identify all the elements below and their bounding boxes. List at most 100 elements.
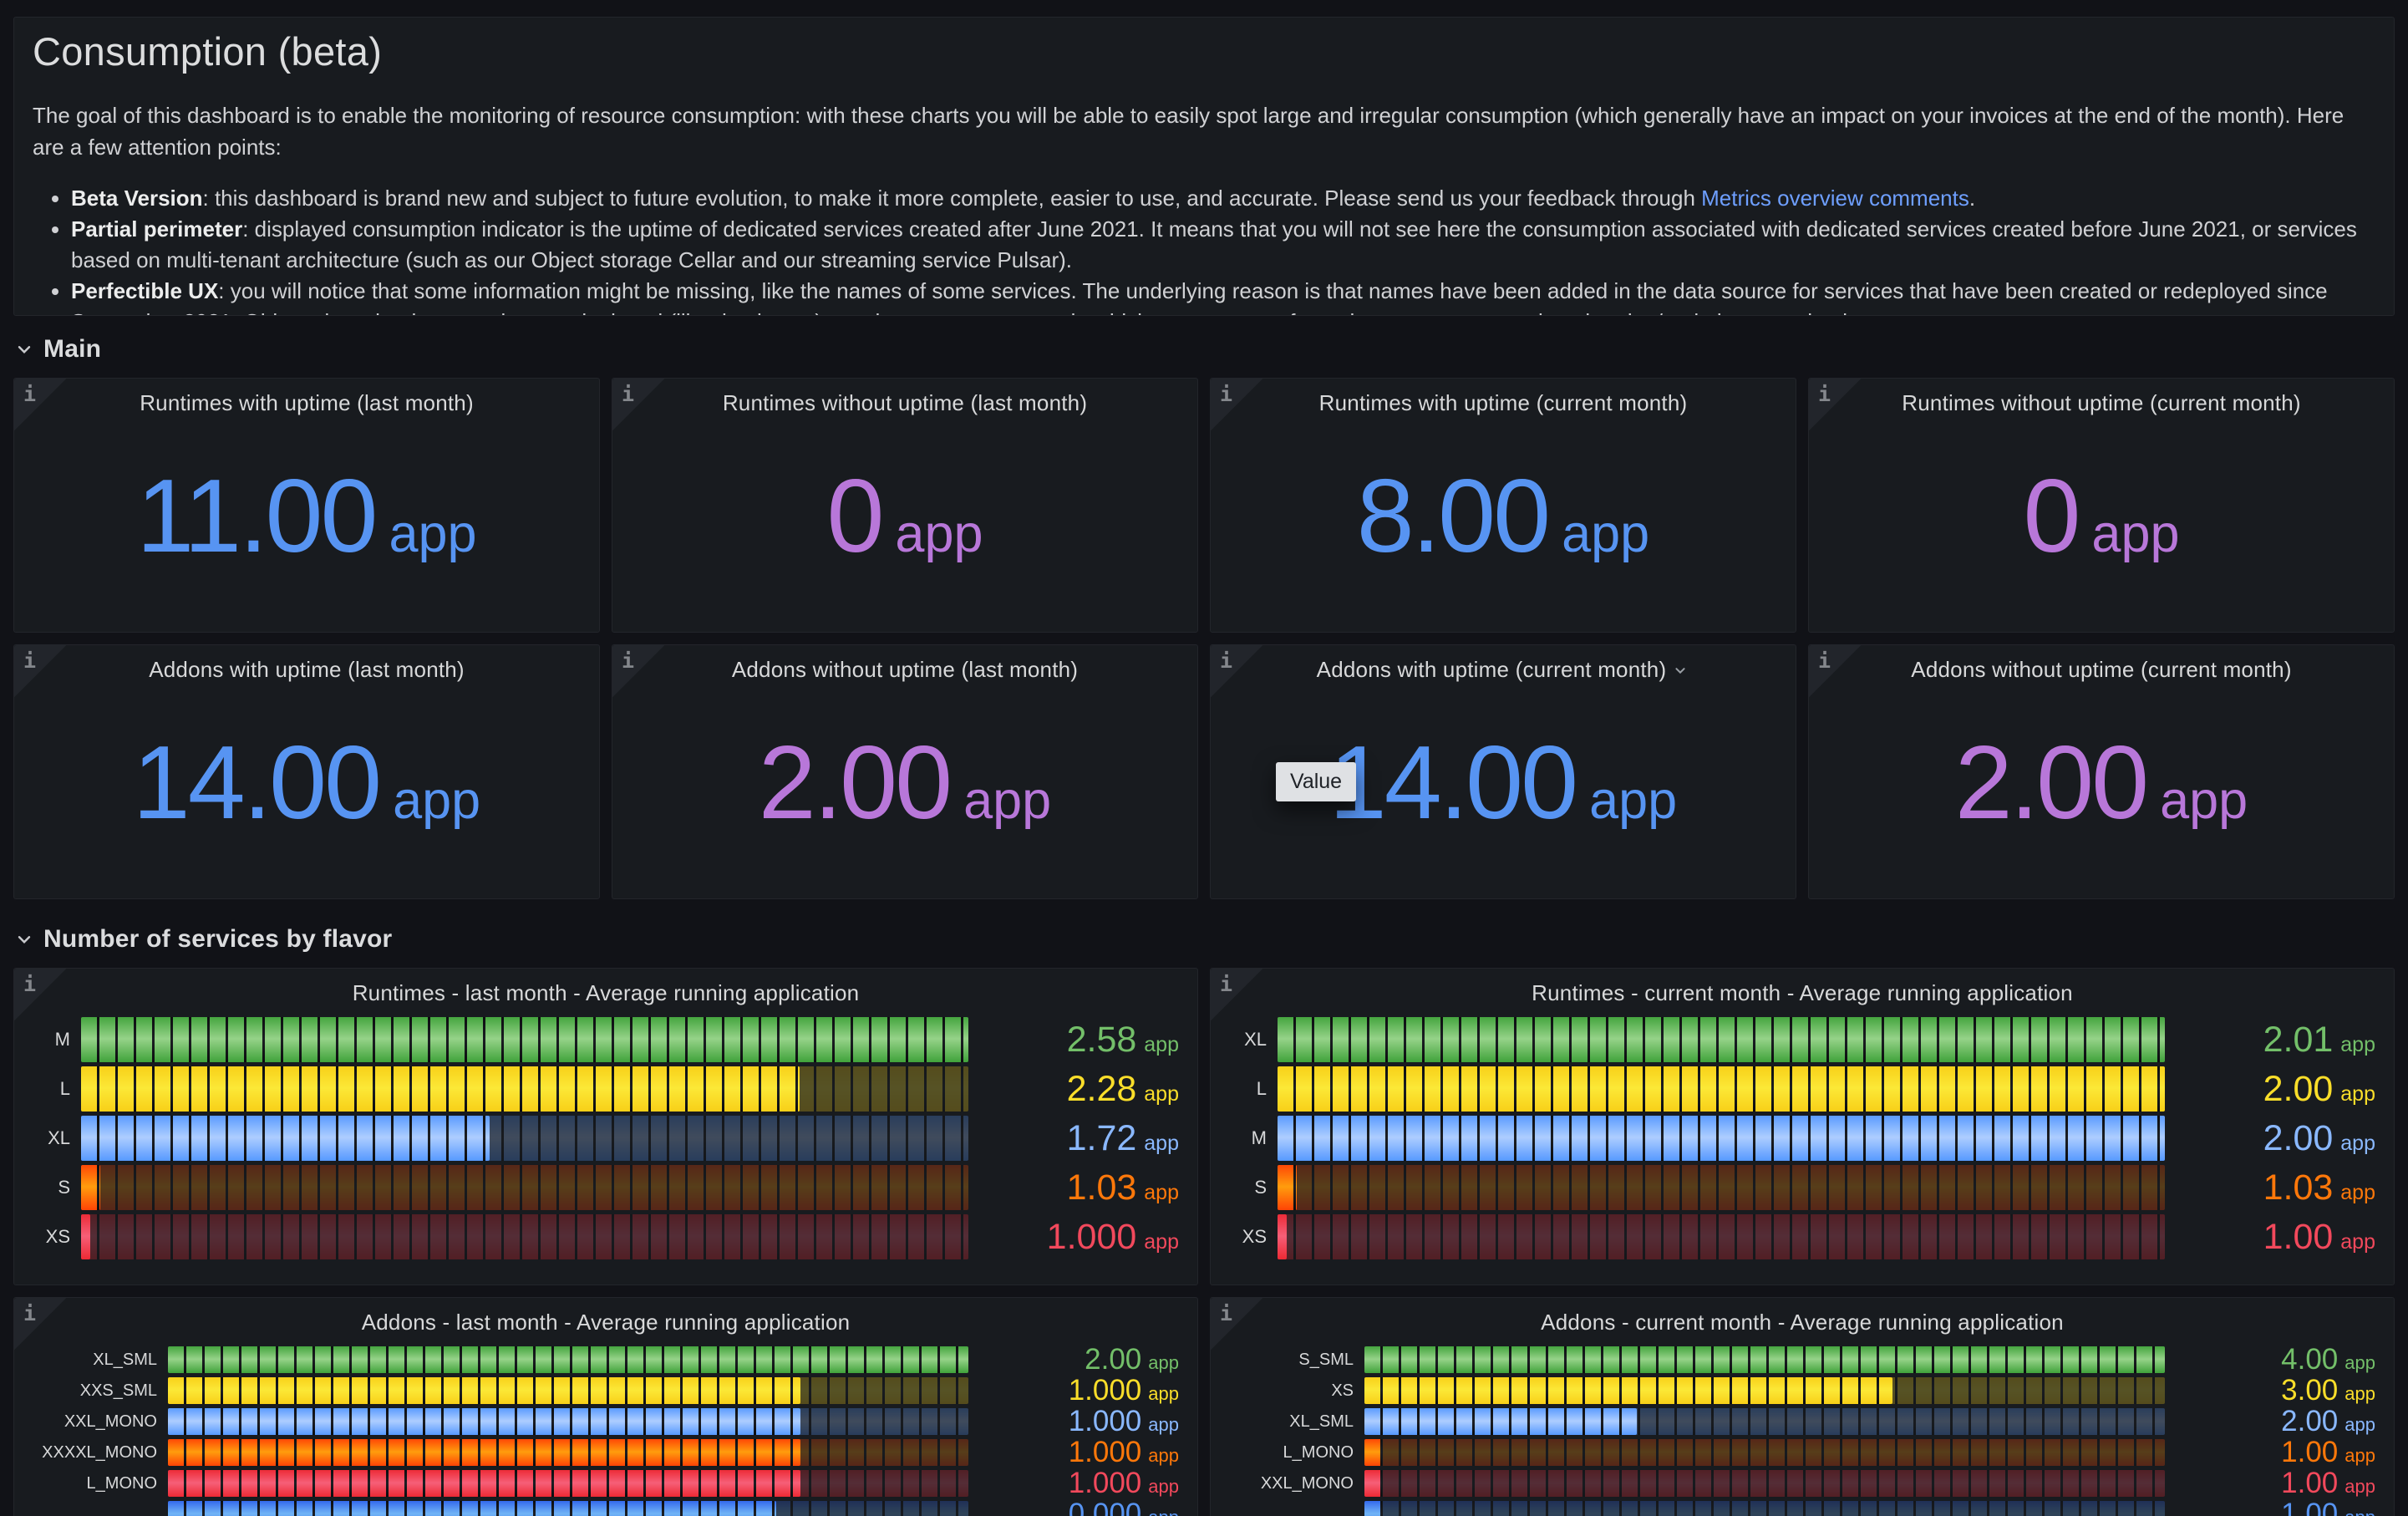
dashboard-title: Consumption (beta) [33,28,2372,76]
bar-row: S 1.03app [26,1165,1179,1210]
stat-value: 11.00app [14,456,599,575]
metrics-overview-comments-link[interactable]: Metrics overview comments [1701,186,1969,211]
panel-info-corner[interactable]: i [1211,645,1262,697]
bar-value: 1.00app [2165,1467,2375,1500]
bar-value: 1.72app [968,1118,1179,1159]
bar-gauge [1278,1214,2165,1259]
bar-value: 1.000app [968,1405,1179,1438]
stat-value: 8.00app [1211,456,1796,575]
stat-panel-addons-without-uptime-last-month: i Addons without uptime (last month) 2.0… [612,644,1198,899]
panel-info-corner[interactable]: i [14,645,66,697]
stat-row-2: i Addons with uptime (last month) 14.00a… [13,644,2395,899]
bar-row: XXS_SML 1.000app [26,1377,1179,1404]
bar-row: L_MONO 1.000app [26,1470,1179,1497]
bar-gauge [1364,1501,2165,1516]
stat-panel-runtimes-without-uptime-current-month: i Runtimes without uptime (current month… [1808,378,2395,633]
bar-gauge [81,1214,968,1259]
info-icon: i [1818,382,1831,406]
bargauge-panel-addons-current-month: i Addons - current month - Average runni… [1210,1297,2395,1516]
row-header-main[interactable]: Main [13,331,2395,368]
panel-info-corner[interactable]: i [1809,645,1861,697]
panel-title[interactable]: Addons - last month - Average running ap… [14,1310,1197,1335]
info-icon: i [23,1301,36,1325]
bar-gauge [81,1165,968,1210]
panel-info-corner[interactable]: i [14,379,66,430]
intro-text-panel: Consumption (beta) The goal of this dash… [13,17,2395,316]
bar-gauge [1278,1116,2165,1161]
bar-gauge [1364,1470,2165,1497]
bargauge-panel-runtimes-current-month: i Runtimes - current month - Average run… [1210,968,2395,1285]
panel-info-corner[interactable]: i [14,969,66,1020]
stat-panel-runtimes-with-uptime-current-month: i Runtimes with uptime (current month) 8… [1210,378,1796,633]
info-icon: i [23,382,36,406]
bar-value: 2.00app [2165,1405,2375,1438]
bar-row: M 2.00app [1222,1116,2375,1161]
bar-value: 1.000app [968,1436,1179,1469]
bar-gauge [168,1346,968,1373]
row-header-label: Number of services by flavor [43,925,392,954]
bar-gauge [1364,1439,2165,1466]
bar-row: L 2.00app [1222,1066,2375,1112]
bar-row: XS 1.000app [26,1214,1179,1259]
info-icon: i [1220,972,1232,996]
panel-title[interactable]: Runtimes - current month - Average runni… [1211,980,2394,1006]
panel-info-corner[interactable]: i [612,645,664,697]
panel-title[interactable]: Addons with uptime (current month) [1211,657,1796,685]
info-icon: i [622,649,634,673]
info-icon: i [23,972,36,996]
panel-title[interactable]: Runtimes with uptime (current month) [1211,390,1796,416]
bar-gauge [168,1501,968,1516]
stat-value: 0app [1809,456,2394,575]
panel-info-corner[interactable]: i [14,1298,66,1350]
bar-gauge [168,1439,968,1466]
bargauge-row-1: i Runtimes - last month - Average runnin… [13,968,2395,1285]
bar-row: XL 1.72app [26,1116,1179,1161]
bar-row: XXXXL_MONO 1.000app [26,1439,1179,1466]
bargauge-row-2: i Addons - last month - Average running … [13,1297,2395,1516]
bar-value: 2.00app [968,1343,1179,1376]
bar-value: 2.00app [2165,1069,2375,1110]
bar-row: XXL_MONO 1.000app [26,1408,1179,1435]
panel-menu-chevron-icon[interactable] [1671,659,1689,684]
panel-info-corner[interactable]: i [1211,969,1262,1020]
row-header-flavor[interactable]: Number of services by flavor [13,921,2395,958]
bar-value: 4.00app [2165,1343,2375,1376]
bar-row: 0.000app [26,1501,1179,1516]
bar-value: 1.00app [2165,1217,2375,1258]
bar-value: 2.00app [2165,1118,2375,1159]
panel-title[interactable]: Runtimes - last month - Average running … [14,980,1197,1006]
bar-gauge [1364,1408,2165,1435]
panel-title[interactable]: Addons - current month - Average running… [1211,1310,2394,1335]
bar-row: L 2.28app [26,1066,1179,1112]
stat-panel-addons-with-uptime-last-month: i Addons with uptime (last month) 14.00a… [13,644,600,899]
bar-gauge [1364,1346,2165,1373]
stat-value: 2.00app [1809,723,2394,842]
bar-value: 2.28app [968,1069,1179,1110]
bar-row: S 1.03app [1222,1165,2375,1210]
panel-title[interactable]: Addons without uptime (current month) [1809,657,2394,683]
bar-gauge [1364,1377,2165,1404]
panel-title[interactable]: Addons with uptime (last month) [14,657,599,683]
info-icon: i [23,649,36,673]
panel-title[interactable]: Runtimes without uptime (last month) [612,390,1197,416]
bar-value: 0.000app [968,1498,1179,1516]
bar-row: XS 3.00app [1222,1377,2375,1404]
bar-value: 3.00app [2165,1374,2375,1407]
dashboard-description: The goal of this dashboard is to enable … [33,99,2372,163]
panel-title[interactable]: Addons without uptime (last month) [612,657,1197,683]
bullet-perfectible-ux: Perfectible UX: you will notice that som… [71,276,2372,316]
panel-info-corner[interactable]: i [1211,1298,1262,1350]
panel-title[interactable]: Runtimes with uptime (last month) [14,390,599,416]
bullet-beta-version: Beta Version: this dashboard is brand ne… [71,183,2372,214]
info-icon: i [1220,1301,1232,1325]
bar-value: 1.00app [2165,1436,2375,1469]
row-header-label: Main [43,335,101,364]
panel-title[interactable]: Runtimes without uptime (current month) [1809,390,2394,416]
panel-info-corner[interactable]: i [1211,379,1262,430]
stat-row-1: i Runtimes with uptime (last month) 11.0… [13,378,2395,633]
panel-info-corner[interactable]: i [612,379,664,430]
bar-row: XS 1.00app [1222,1214,2375,1259]
stat-panel-runtimes-with-uptime-last-month: i Runtimes with uptime (last month) 11.0… [13,378,600,633]
panel-info-corner[interactable]: i [1809,379,1861,430]
stat-value: 2.00app [612,723,1197,842]
